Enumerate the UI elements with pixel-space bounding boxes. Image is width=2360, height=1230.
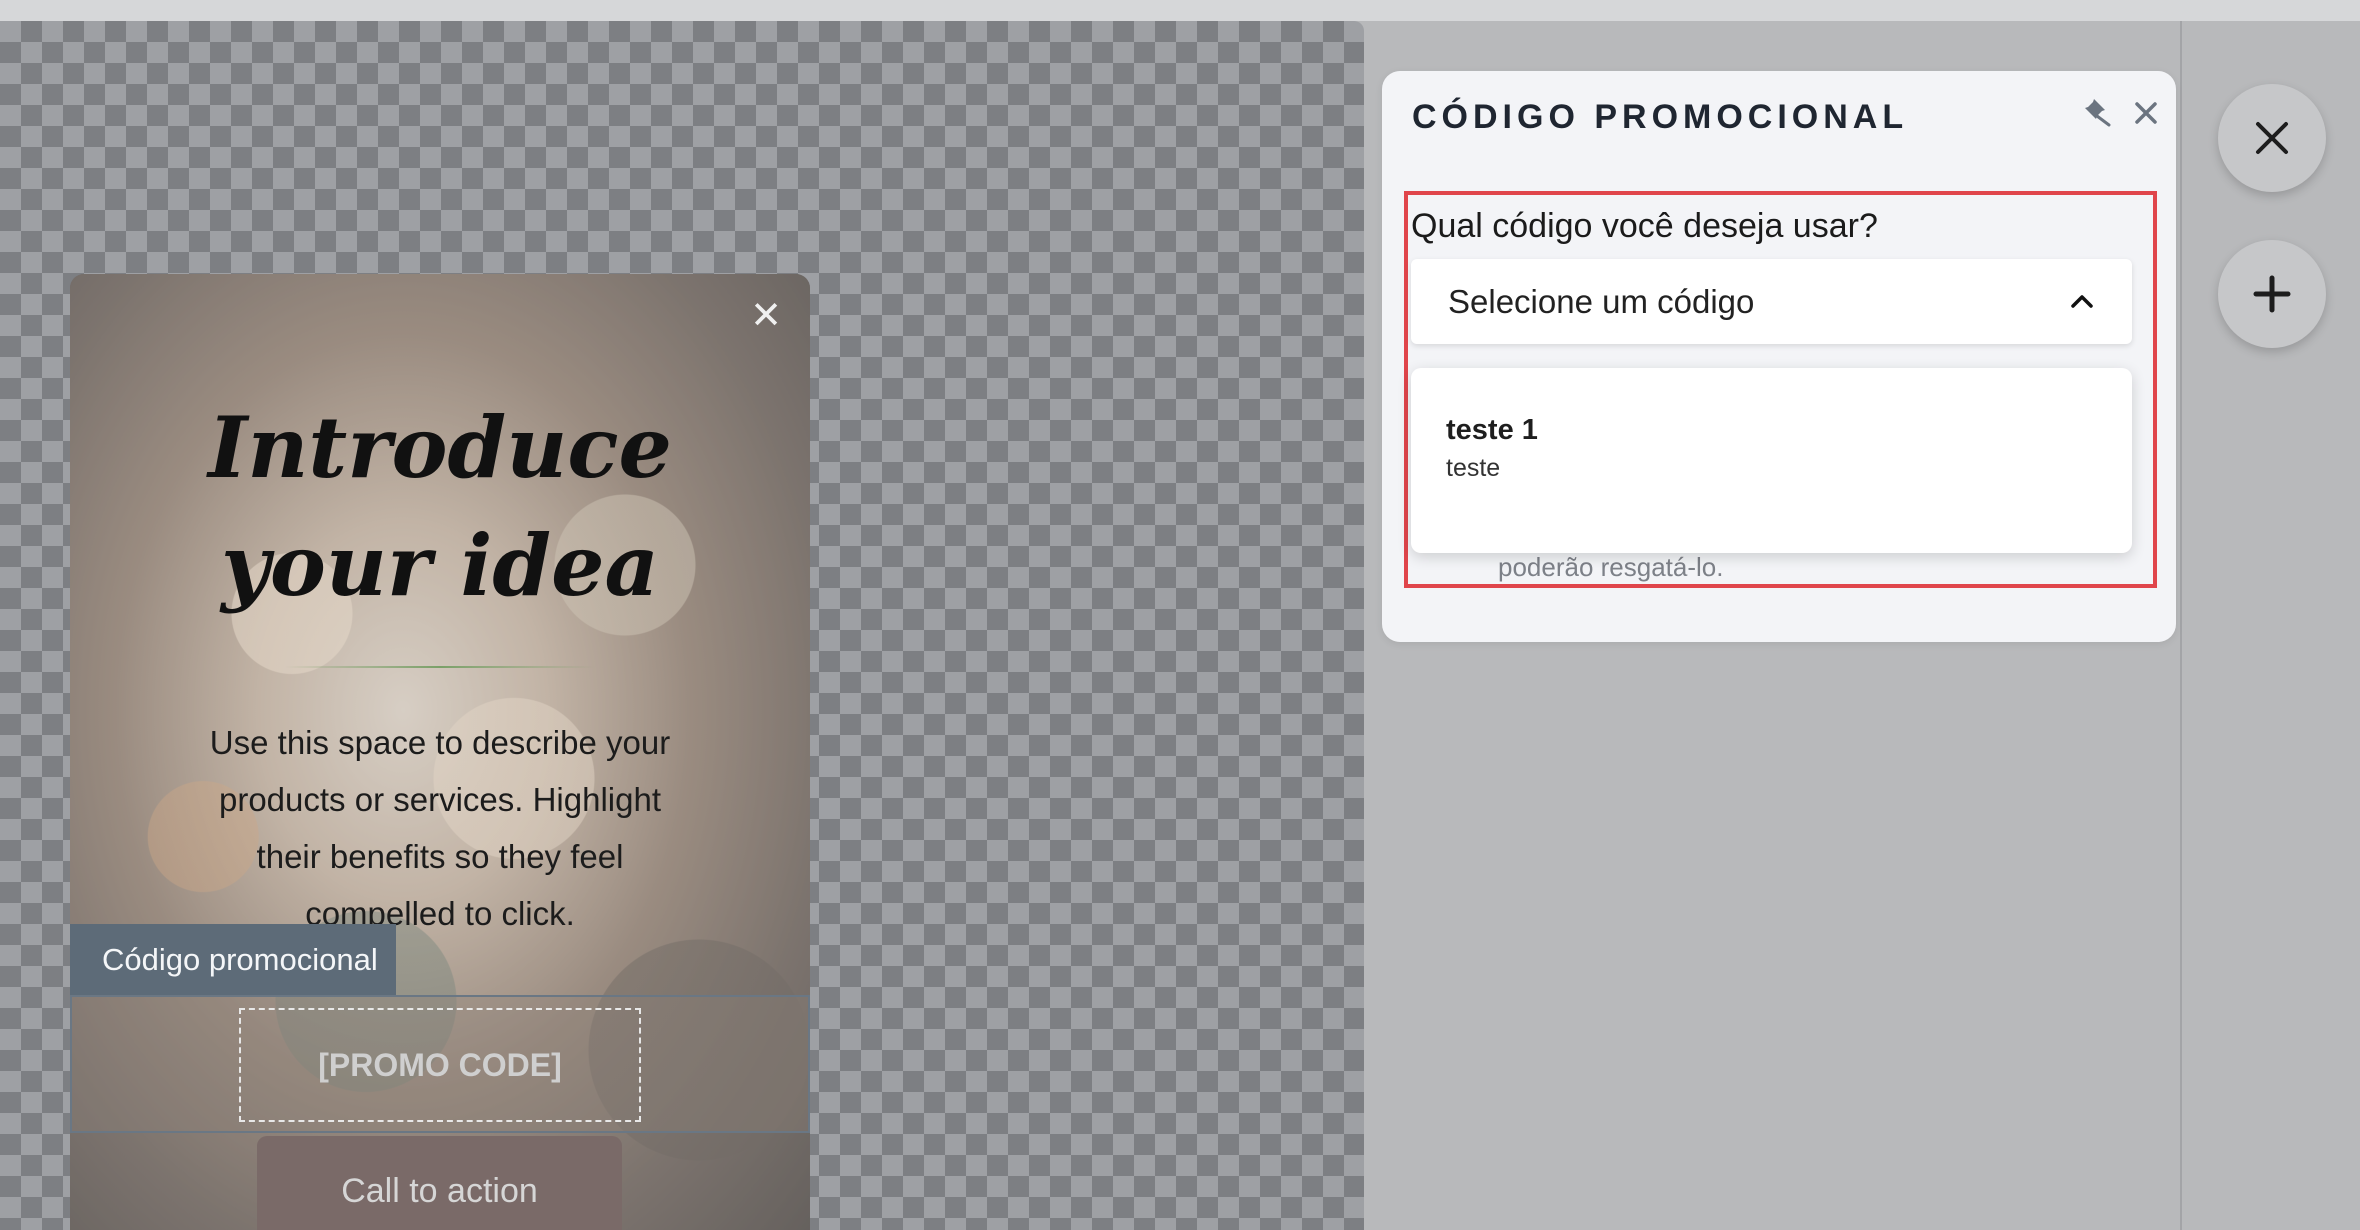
pin-icon[interactable]: [2081, 95, 2115, 129]
headline-line-2: your idea: [221, 516, 659, 615]
plus-icon: [2253, 275, 2291, 313]
close-icon: [2256, 122, 2288, 154]
option-name: teste 1: [1446, 414, 1538, 446]
cta-button[interactable]: Call to action: [257, 1136, 622, 1230]
promo-code-block-label: Código promocional: [70, 924, 396, 995]
code-question-label: Qual código você deseja usar?: [1411, 207, 1878, 245]
top-bar: [0, 0, 2360, 21]
code-dropdown-menu: teste 1 teste: [1411, 368, 2132, 553]
add-element-button[interactable]: [2218, 240, 2326, 348]
popup-close-icon[interactable]: ✕: [750, 296, 782, 334]
headline-divider: [285, 666, 595, 668]
chevron-up-icon: [2071, 295, 2093, 308]
promo-code-placeholder[interactable]: [PROMO CODE]: [239, 1008, 641, 1122]
popup-headline[interactable]: Introduce your idea: [70, 389, 810, 625]
close-editor-button[interactable]: [2218, 84, 2326, 192]
panel-close-icon[interactable]: [2130, 97, 2162, 129]
editor-canvas[interactable]: ✕ Introduce your idea Use this space to …: [0, 21, 1364, 1230]
code-select[interactable]: Selecione um código: [1411, 259, 2132, 344]
code-select-value: Selecione um código: [1448, 283, 1755, 320]
sidebar-divider: [2180, 21, 2182, 1230]
headline-line-1: Introduce: [208, 398, 672, 497]
panel-title: CÓDIGO PROMOCIONAL: [1412, 98, 1909, 136]
option-description: teste: [1446, 454, 1501, 482]
popup-description[interactable]: Use this space to describe your products…: [200, 714, 680, 942]
promo-code-block[interactable]: [PROMO CODE]: [70, 995, 810, 1133]
dropdown-option[interactable]: teste 1 teste: [1411, 368, 2132, 553]
